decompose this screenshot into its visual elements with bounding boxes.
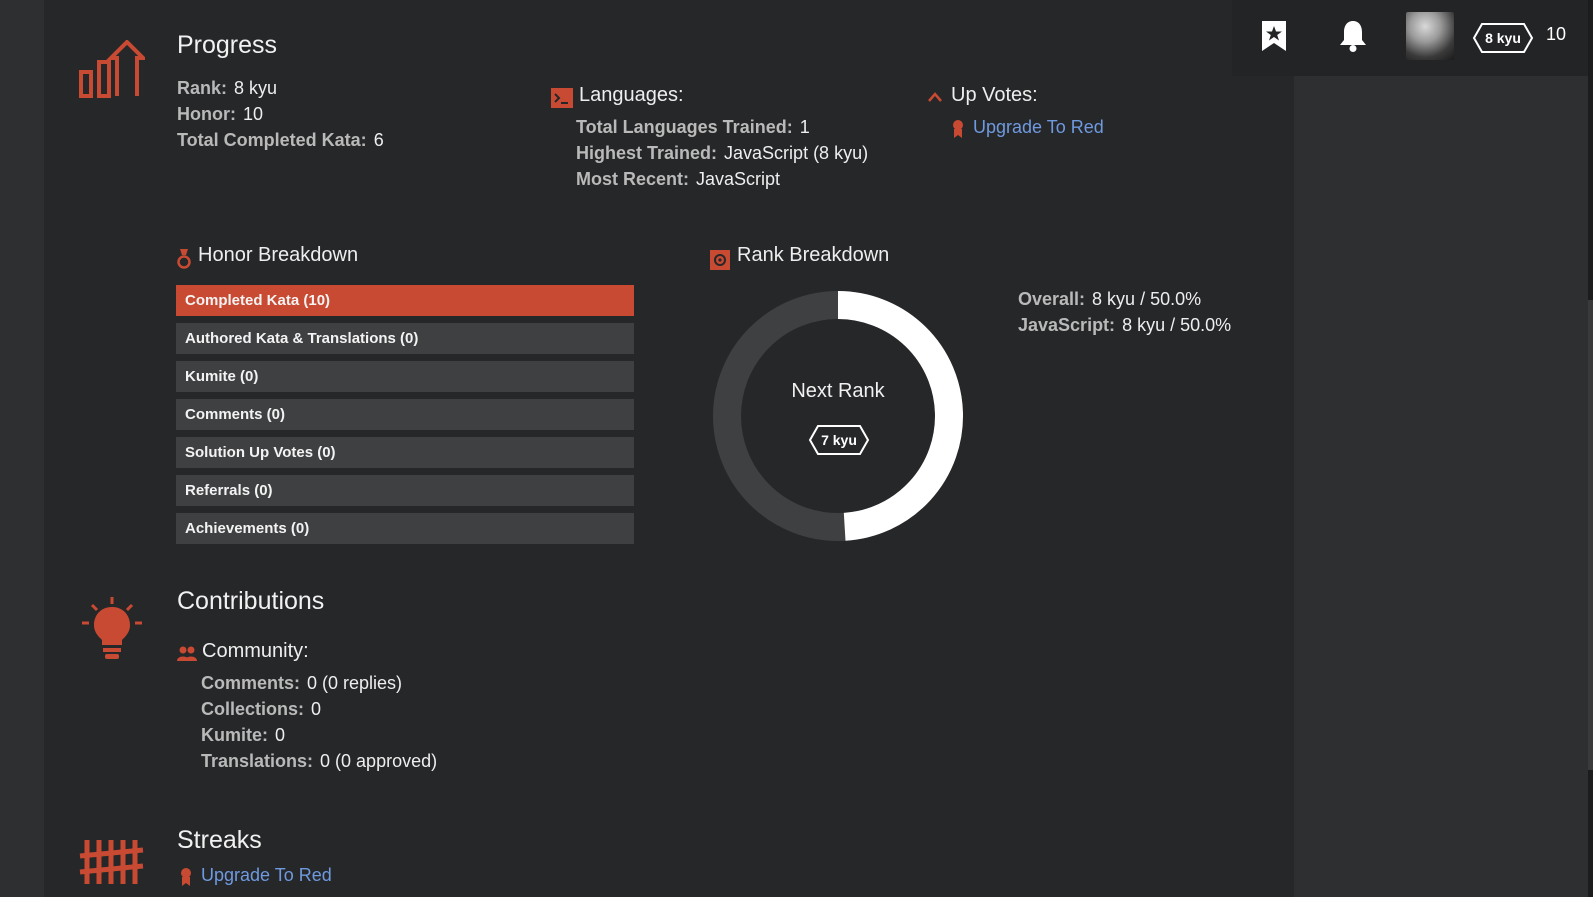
honor-item-solution-upvotes[interactable]: Solution Up Votes (0) [176, 437, 634, 468]
rank-breakdown-title: Rank Breakdown [737, 244, 890, 266]
honor-item-authored-kata[interactable]: Authored Kata & Translations (0) [176, 323, 634, 354]
progress-title: Progress [177, 31, 278, 59]
languages-title: Languages: [579, 84, 684, 106]
chevron-up-icon [927, 90, 943, 108]
honor-count: 10 [1546, 24, 1567, 44]
left-rail [0, 0, 44, 897]
terminal-icon [551, 88, 573, 113]
upgrade-to-red-link[interactable]: Upgrade To Red [973, 117, 1104, 138]
streaks-title: Streaks [177, 826, 262, 854]
bell-icon[interactable] [1337, 18, 1369, 54]
progress-chart-icon [79, 39, 148, 105]
translations-stat: Translations: 0 (0 approved) [201, 751, 438, 771]
languages-trained-stat: Total Languages Trained: 1 [576, 117, 810, 137]
donut-progress-arc [837, 291, 963, 541]
javascript-rank-stat: JavaScript: 8 kyu / 50.0% [1018, 315, 1232, 335]
honor-item-completed-kata[interactable]: Completed Kata (10) [176, 285, 634, 316]
kumite-stat: Kumite: 0 [201, 725, 286, 745]
upvotes-title: Up Votes: [951, 84, 1038, 106]
honor-item-comments[interactable]: Comments (0) [176, 399, 634, 430]
medal-icon [177, 249, 191, 274]
avatar[interactable] [1406, 12, 1454, 60]
contributions-title: Contributions [177, 587, 325, 615]
ribbon-icon [180, 867, 192, 892]
rank-badge[interactable]: 8 kyu [1472, 22, 1534, 54]
scrollbar-thumb[interactable] [1588, 300, 1593, 770]
completed-kata-stat: Total Completed Kata: 6 [177, 130, 384, 150]
community-title: Community: [202, 640, 309, 662]
honor-item-achievements[interactable]: Achievements (0) [176, 513, 634, 544]
honor-item-referrals[interactable]: Referrals (0) [176, 475, 634, 506]
overall-rank-stat: Overall: 8 kyu / 50.0% [1018, 289, 1202, 309]
rank-badge-label: 8 kyu [1485, 30, 1521, 46]
tally-marks-icon [79, 838, 145, 891]
most-recent-stat: Most Recent: JavaScript [576, 169, 781, 189]
target-icon [710, 250, 730, 275]
streaks-upgrade-link[interactable]: Upgrade To Red [201, 865, 332, 886]
rank-stat: Rank: 8 kyu [177, 78, 278, 98]
honor-stat: Honor: 10 [177, 104, 264, 124]
community-icon [177, 645, 197, 668]
collections-stat: Collections: 0 [201, 699, 322, 719]
honor-item-kumite[interactable]: Kumite (0) [176, 361, 634, 392]
honor-breakdown-title: Honor Breakdown [198, 244, 359, 266]
bookmark-star-icon[interactable] [1258, 18, 1290, 54]
right-panel [1294, 76, 1588, 897]
highest-trained-stat: Highest Trained: JavaScript (8 kyu) [576, 143, 869, 163]
next-rank-label: Next Rank [791, 380, 885, 402]
lightbulb-icon [80, 595, 144, 668]
rank-progress-donut [713, 291, 963, 541]
comments-stat: Comments: 0 (0 replies) [201, 673, 403, 693]
ribbon-icon [952, 119, 964, 144]
next-rank-badge: 7 kyu [808, 424, 870, 456]
next-rank-badge-label: 7 kyu [821, 432, 857, 448]
